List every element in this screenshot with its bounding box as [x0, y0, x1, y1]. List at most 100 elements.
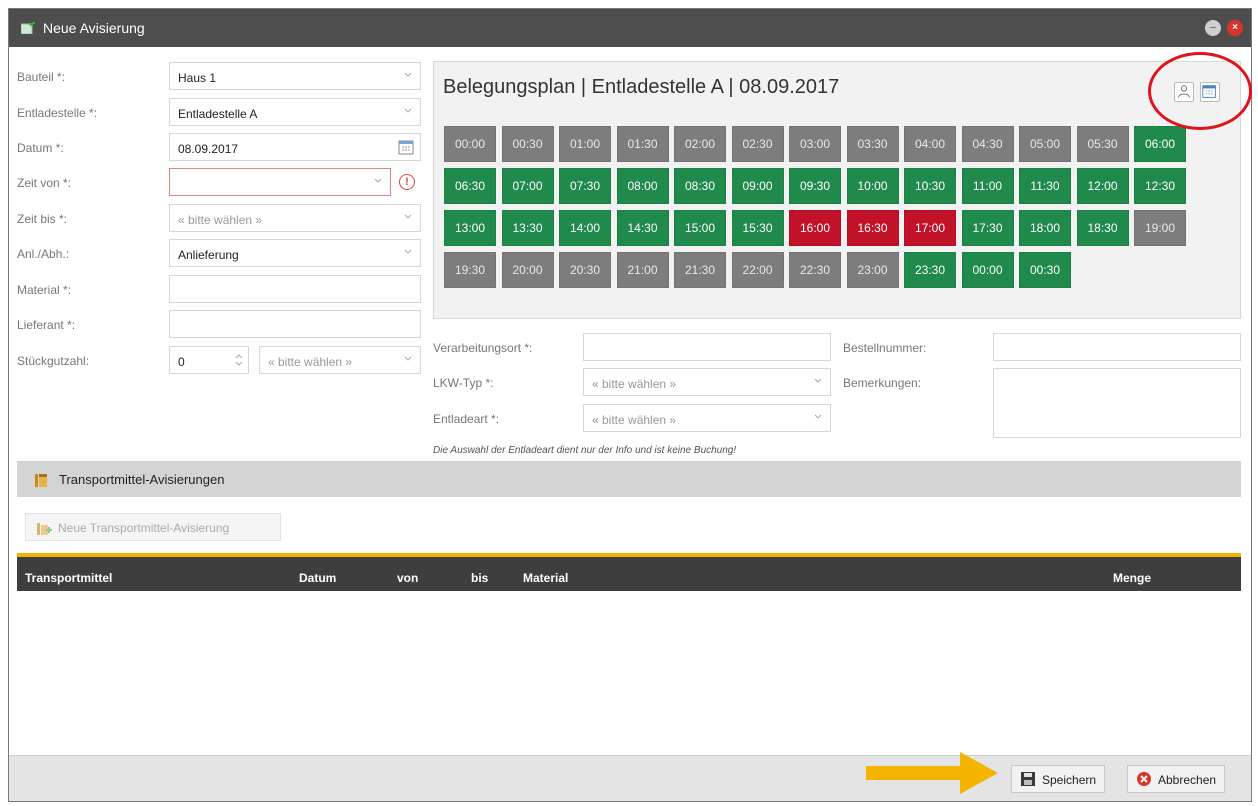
lieferant-input[interactable] — [169, 310, 421, 338]
time-slot-free[interactable]: 14:30 — [616, 210, 669, 246]
time-slot-free[interactable]: 08:30 — [674, 168, 726, 204]
stueckgut-unit-select[interactable]: « bitte wählen » — [259, 346, 421, 374]
time-slot-free[interactable]: 06:30 — [444, 168, 496, 204]
material-input[interactable] — [169, 275, 421, 303]
time-slot-free[interactable]: 13:30 — [501, 210, 554, 246]
lkw-typ-placeholder: « bitte wählen » — [592, 377, 677, 391]
time-slot-free[interactable]: 12:30 — [1134, 168, 1186, 204]
time-slot-closed: 22:30 — [789, 252, 841, 288]
stueckgut-unit-placeholder: « bitte wählen » — [268, 355, 353, 369]
entladestelle-value: Entladestelle A — [178, 107, 258, 121]
time-slot-free[interactable]: 10:30 — [904, 168, 956, 204]
time-slot-closed: 03:30 — [846, 126, 899, 162]
save-icon — [1021, 772, 1035, 786]
time-slot-closed: 22:00 — [731, 252, 784, 288]
time-slot-free[interactable]: 09:00 — [731, 168, 784, 204]
lkw-typ-select[interactable]: « bitte wählen » — [583, 368, 831, 396]
time-slot-closed: 04:30 — [961, 126, 1014, 162]
time-slot-free[interactable]: 07:30 — [559, 168, 611, 204]
time-slot-free[interactable]: 18:30 — [1076, 210, 1129, 246]
new-transport-button[interactable]: Neue Transportmittel-Avisierung — [25, 513, 281, 541]
time-slot-closed: 20:30 — [559, 252, 611, 288]
chevron-down-icon — [814, 414, 822, 419]
verarbeitungsort-label: Verarbeitungsort *: — [433, 341, 533, 355]
dialog-window: Neue Avisierung – × Bauteil *: Haus 1 En… — [8, 8, 1252, 802]
chevron-down-icon — [374, 178, 382, 183]
column-menge[interactable]: Menge — [1113, 571, 1151, 585]
bestellnummer-label: Bestellnummer: — [843, 341, 927, 355]
cancel-button[interactable]: Abbrechen — [1127, 765, 1226, 793]
stueckgutzahl-label: Stückgutzahl: — [17, 354, 90, 368]
entladeart-placeholder: « bitte wählen » — [592, 413, 677, 427]
entladeart-select[interactable]: « bitte wählen » — [583, 404, 831, 432]
anl-abh-label: Anl./Abh.: — [17, 247, 70, 261]
time-slot-free[interactable]: 13:00 — [444, 210, 496, 246]
datum-field[interactable]: 08.09.2017 — [169, 133, 421, 161]
time-slot-closed: 20:00 — [501, 252, 554, 288]
calendar-icon[interactable] — [398, 139, 414, 155]
time-slot-free[interactable]: 11:30 — [1019, 168, 1071, 204]
time-slot-closed: 21:30 — [674, 252, 726, 288]
time-slot-free[interactable]: 09:30 — [789, 168, 841, 204]
material-label: Material *: — [17, 283, 72, 297]
lieferant-label: Lieferant *: — [17, 318, 76, 332]
column-datum[interactable]: Datum — [299, 571, 336, 585]
bemerkungen-textarea[interactable] — [993, 368, 1241, 438]
chevron-down-icon — [404, 249, 412, 254]
bemerkungen-label: Bemerkungen: — [843, 376, 922, 390]
time-slot-closed: 04:00 — [904, 126, 956, 162]
chevron-down-icon — [404, 356, 412, 361]
add-transport-icon — [37, 523, 52, 535]
stueckgutzahl-stepper[interactable]: 0 — [169, 346, 249, 374]
new-transport-label: Neue Transportmittel-Avisierung — [58, 521, 230, 535]
entladestelle-select[interactable]: Entladestelle A — [169, 98, 421, 126]
chevron-down-icon — [814, 378, 822, 383]
bauteil-value: Haus 1 — [178, 71, 217, 85]
column-transportmittel[interactable]: Transportmittel — [25, 571, 112, 585]
bauteil-label: Bauteil *: — [17, 70, 66, 84]
time-slot-closed: 00:00 — [444, 126, 496, 162]
time-slot-booked: 17:00 — [904, 210, 956, 246]
time-slot-closed: 05:00 — [1019, 126, 1071, 162]
column-von[interactable]: von — [397, 571, 418, 585]
minimize-icon[interactable]: – — [1205, 20, 1221, 36]
zeit-von-select[interactable] — [169, 168, 391, 196]
bestellnummer-input[interactable] — [993, 333, 1241, 361]
verarbeitungsort-input[interactable] — [583, 333, 831, 361]
annotation-circle — [1148, 52, 1252, 130]
transport-section-header[interactable]: Transportmittel-Avisierungen — [17, 461, 1241, 497]
time-slot-closed: 03:00 — [789, 126, 841, 162]
time-slot-free[interactable]: 08:00 — [616, 168, 669, 204]
column-material[interactable]: Material — [523, 571, 568, 585]
time-slot-free[interactable]: 15:30 — [731, 210, 784, 246]
time-slot-free[interactable]: 11:00 — [961, 168, 1014, 204]
time-slot-free[interactable]: 23:30 — [904, 252, 956, 288]
chevron-down-icon — [404, 108, 412, 113]
time-slot-free[interactable]: 10:00 — [846, 168, 899, 204]
time-slot-free[interactable]: 14:00 — [559, 210, 611, 246]
time-slot-free[interactable]: 00:00 — [961, 252, 1014, 288]
zeit-bis-select[interactable]: « bitte wählen » — [169, 204, 421, 232]
plan-title: Belegungsplan | Entladestelle A | 08.09.… — [443, 76, 840, 98]
cancel-icon — [1137, 772, 1151, 786]
cancel-label: Abbrechen — [1158, 773, 1217, 787]
belegungsplan-panel: Belegungsplan | Entladestelle A | 08.09.… — [433, 61, 1241, 319]
close-icon[interactable]: × — [1227, 20, 1243, 36]
bauteil-select[interactable]: Haus 1 — [169, 62, 421, 90]
time-slot-free[interactable]: 07:00 — [501, 168, 554, 204]
datum-value: 08.09.2017 — [178, 142, 239, 156]
time-slot-free[interactable]: 06:00 — [1134, 126, 1186, 162]
time-slot-free[interactable]: 12:00 — [1076, 168, 1129, 204]
time-slot-closed: 21:00 — [616, 252, 669, 288]
column-bis[interactable]: bis — [471, 571, 488, 585]
time-slot-free[interactable]: 17:30 — [961, 210, 1014, 246]
save-button[interactable]: Speichern — [1011, 765, 1106, 793]
title-bar: Neue Avisierung – × — [9, 9, 1251, 47]
time-slot-free[interactable]: 15:00 — [674, 210, 726, 246]
stueckgutzahl-value: 0 — [178, 355, 185, 369]
chevron-down-icon — [404, 214, 412, 219]
anl-abh-select[interactable]: Anlieferung — [169, 239, 421, 267]
time-slot-free[interactable]: 18:00 — [1019, 210, 1071, 246]
spinner-arrows-icon[interactable] — [234, 350, 244, 370]
time-slot-free[interactable]: 00:30 — [1019, 252, 1071, 288]
